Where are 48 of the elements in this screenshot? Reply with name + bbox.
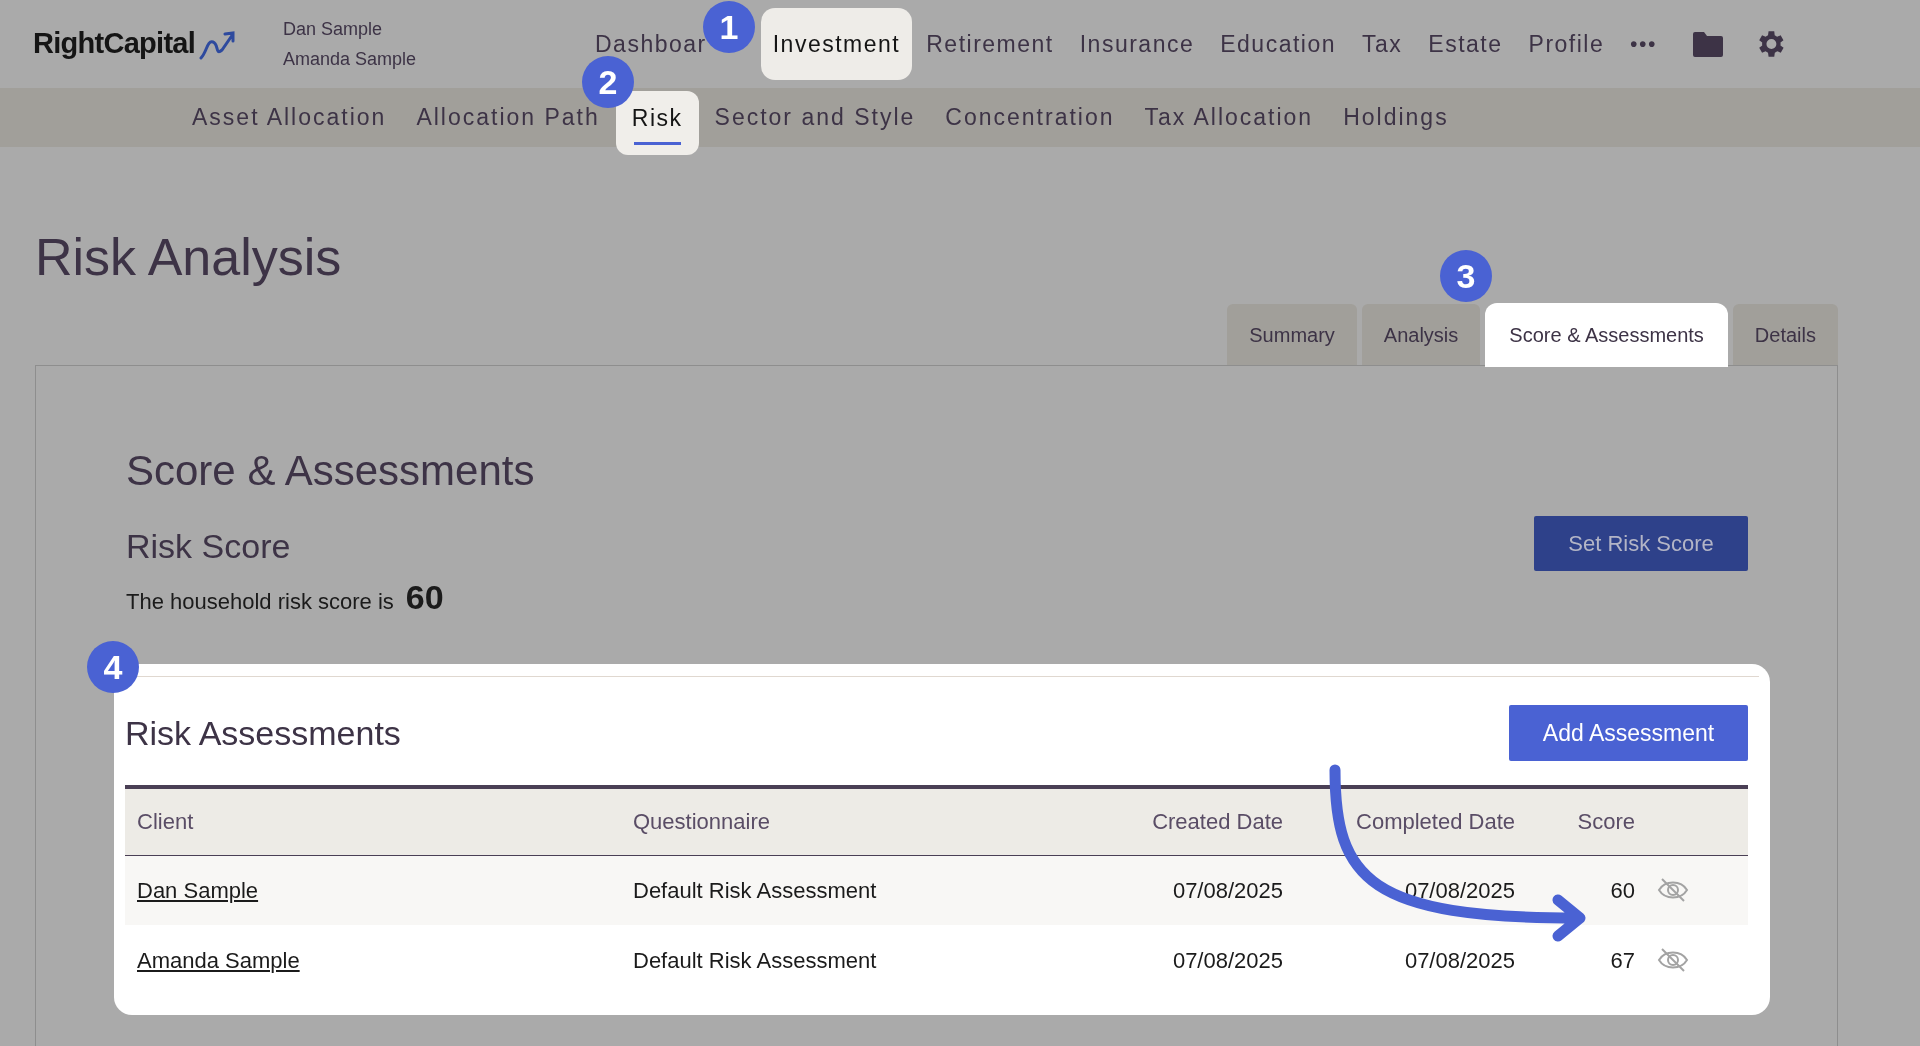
logo-icon (199, 28, 238, 60)
nav-tab[interactable]: Profile (1516, 8, 1617, 80)
nav-tab[interactable]: Tax (1350, 8, 1415, 80)
tab[interactable]: Details (1732, 304, 1838, 365)
column-header: Questionnaire (621, 787, 1001, 855)
subnav-tab[interactable]: Tax Allocation (1130, 88, 1328, 147)
logo-text: RightCapital (33, 26, 196, 62)
table-cell: 07/08/2025 (1172, 877, 1283, 903)
table-cell: Default Risk Assessment (633, 947, 877, 973)
nav-tab[interactable]: Education (1208, 8, 1349, 80)
client-link[interactable]: Dan Sample (137, 877, 259, 903)
tab[interactable]: Analysis (1361, 304, 1481, 365)
set-risk-score-button[interactable]: Set Risk Score (1534, 516, 1748, 571)
column-header: Score (1515, 787, 1635, 855)
subnav-tab[interactable]: Asset Allocation (178, 88, 401, 147)
subnav-tab[interactable]: Concentration (931, 88, 1129, 147)
more-button[interactable]: ••• (1630, 29, 1658, 59)
tab[interactable]: Score & Assessments (1485, 303, 1728, 367)
table-cell: 07/08/2025 (1404, 877, 1515, 903)
table-cell: 60 (1610, 877, 1635, 903)
risk-score-heading: Risk Score (126, 526, 292, 566)
nav-tab[interactable]: Investment (760, 8, 913, 80)
subnav-tab[interactable]: Holdings (1329, 88, 1463, 147)
table-cell: Default Risk Assessment (633, 877, 877, 903)
nav-tab[interactable]: Insurance (1067, 8, 1207, 80)
step-number-badge: 3 (1440, 250, 1492, 302)
tab[interactable]: Summary (1227, 304, 1357, 365)
column-header: Client (125, 787, 621, 855)
risk-score-text: The household risk score is (126, 588, 394, 616)
subnav-tab[interactable]: Risk (615, 90, 699, 155)
nav-tab[interactable]: Retirement (914, 8, 1066, 80)
folder-icon[interactable] (1691, 30, 1726, 58)
column-header: Created Date (1001, 787, 1283, 855)
user-name: Dan Sample (283, 18, 384, 41)
table-cell: 07/08/2025 (1404, 947, 1515, 973)
client-link[interactable]: Amanda Sample (137, 947, 300, 973)
risk-score-value: 60 (405, 577, 444, 618)
user-name: Amanda Sample (283, 48, 418, 71)
step-number-badge: 4 (87, 641, 139, 693)
page-title: Risk Analysis (35, 227, 342, 287)
add-assessment-button[interactable]: Add Assessment (1509, 705, 1748, 761)
subnav-tab[interactable]: Sector and Style (700, 88, 930, 147)
table-cell: 07/08/2025 (1172, 947, 1283, 973)
nav-tab[interactable]: Estate (1416, 8, 1515, 80)
column-header: Completed Date (1283, 787, 1515, 855)
assessments-title: Risk Assessments (125, 712, 401, 754)
table-cell: 67 (1610, 947, 1635, 973)
section-title: Score & Assessments (126, 446, 536, 496)
